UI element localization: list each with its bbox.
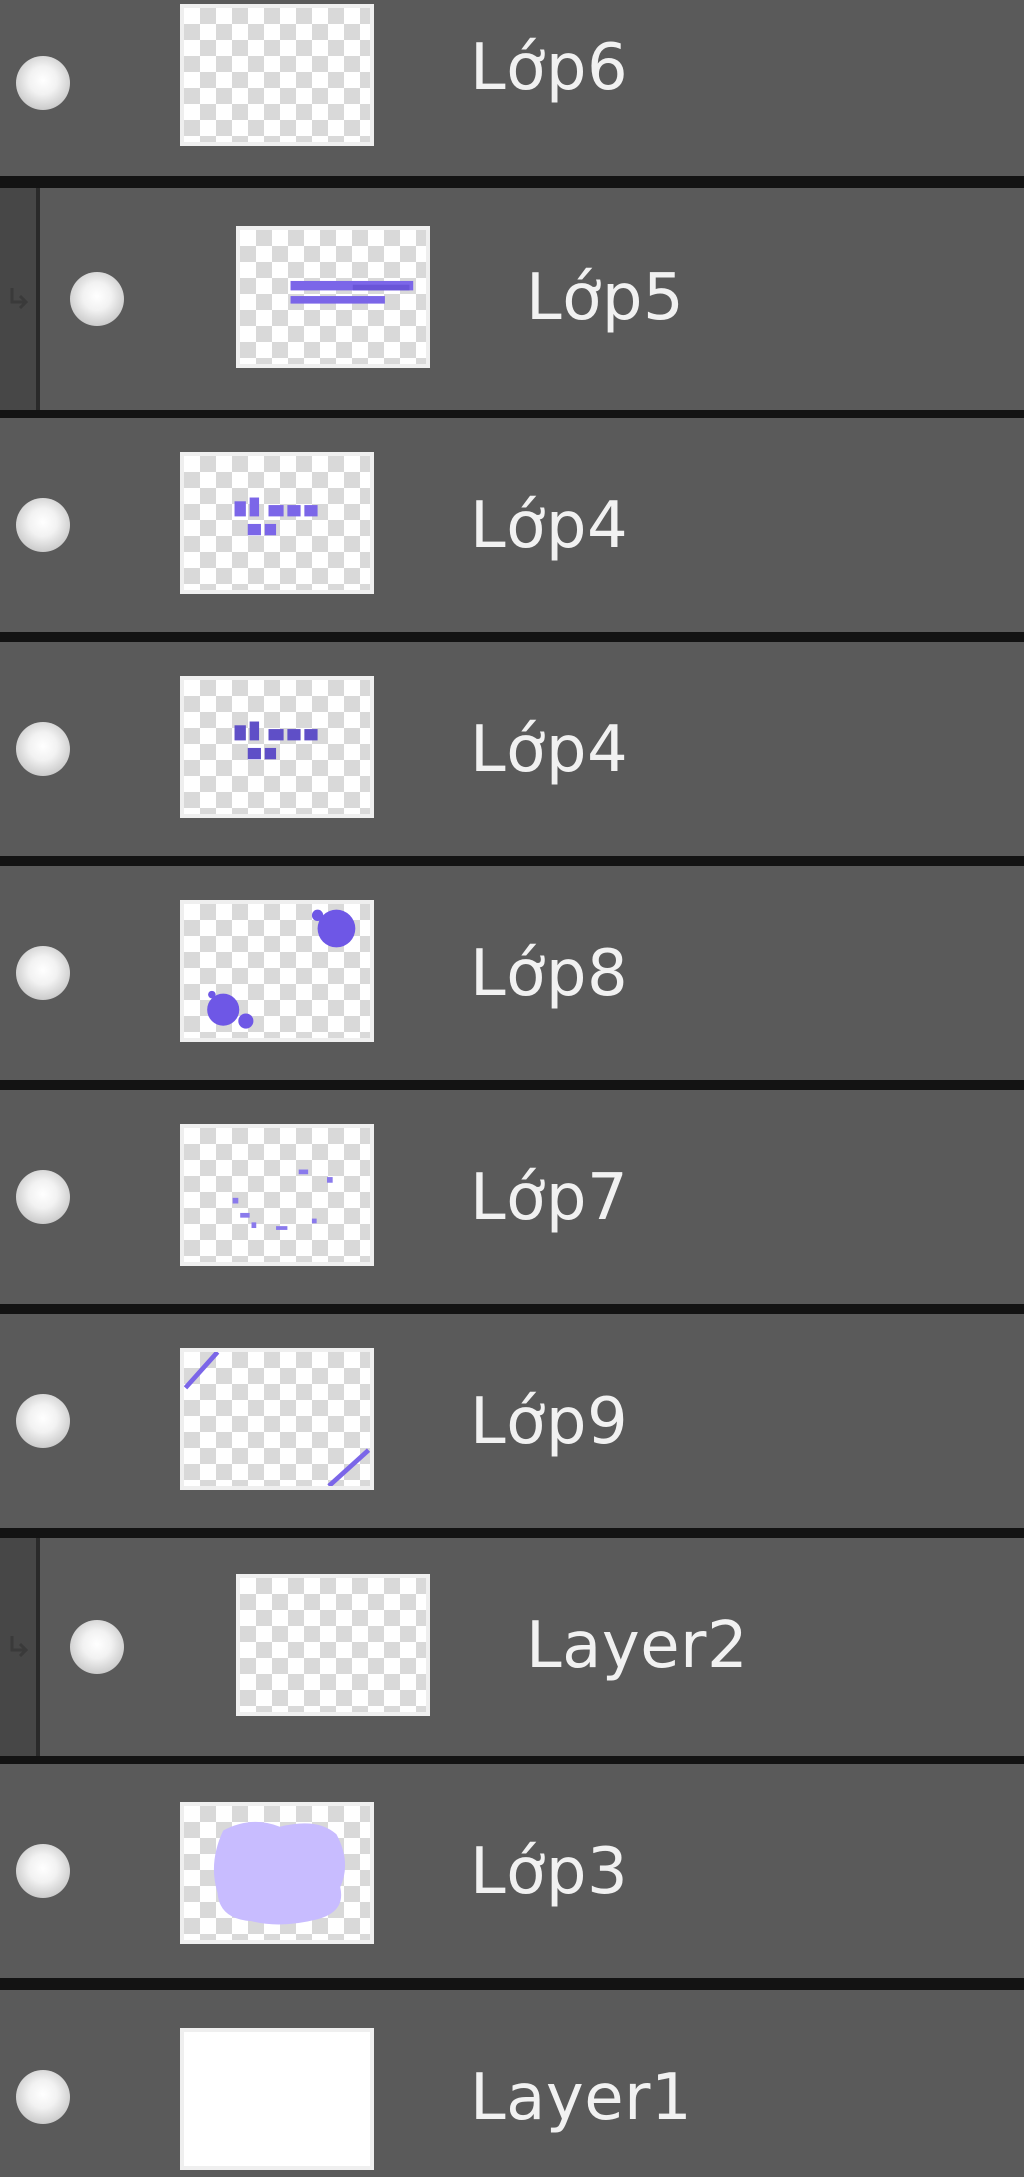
layer-row[interactable]: Lớp4 [0, 642, 1024, 856]
layer-name: Lớp4 [470, 713, 629, 787]
purple-specks-thumbnail-icon [232, 1169, 333, 1230]
layer-row[interactable]: Lớp9 [0, 1314, 1024, 1528]
layer-name: Lớp7 [470, 1161, 629, 1235]
layer-row[interactable]: Lớp8 [0, 866, 1024, 1080]
layer-thumbnail [180, 676, 374, 818]
layer-thumbnail [180, 1802, 374, 1944]
clipping-indicator [0, 1538, 40, 1756]
purple-corner-lines-thumbnail-icon [184, 1352, 370, 1486]
layer-row[interactable]: Lớp3 [0, 1764, 1024, 1978]
layer-row[interactable]: Lớp7 [0, 1090, 1024, 1304]
visibility-toggle-icon[interactable] [16, 1844, 70, 1898]
layer-name: Lớp6 [470, 31, 629, 105]
visibility-toggle-icon[interactable] [70, 1620, 124, 1674]
layer-name: Lớp3 [470, 1835, 629, 1909]
layer-thumbnail [180, 1348, 374, 1490]
layer-row[interactable]: Layer1 [0, 1990, 1024, 2177]
layer-thumbnail [180, 1124, 374, 1266]
layer-row[interactable]: Lớp4 [0, 418, 1024, 632]
clipping-indicator [0, 188, 40, 410]
layer-thumbnail [180, 900, 374, 1042]
layer-name: Lớp8 [470, 937, 629, 1011]
clipping-arrow-icon [10, 1636, 29, 1658]
visibility-toggle-icon[interactable] [16, 2070, 70, 2124]
purple-stroke-thumbnail-icon [290, 280, 414, 304]
layer-name: Lớp5 [526, 261, 685, 335]
layer-name: Lớp9 [470, 1385, 629, 1459]
layer-name: Lớp4 [470, 489, 629, 563]
layer-thumbnail [236, 226, 430, 368]
layer-thumbnail [180, 2028, 374, 2170]
clipping-arrow-icon [10, 288, 29, 310]
visibility-toggle-icon[interactable] [16, 56, 70, 110]
visibility-toggle-icon[interactable] [16, 498, 70, 552]
visibility-toggle-icon[interactable] [16, 1394, 70, 1448]
lavender-fill-thumbnail-icon [213, 1821, 346, 1925]
purple-text-thumbnail-icon [234, 497, 318, 536]
purple-text-thumbnail-icon [234, 721, 318, 760]
layer-thumbnail [180, 452, 374, 594]
layer-row[interactable]: Lớp5 [0, 188, 1024, 410]
visibility-toggle-icon[interactable] [16, 946, 70, 1000]
layer-row[interactable]: Lớp6 [0, 0, 1024, 176]
layer-thumbnail [236, 1574, 430, 1716]
layer-thumbnail [180, 4, 374, 146]
layers-panel: Lớp6 Lớp5 Lớp4 Lớp4 Lớp8 Lớp7 Lớp9 Layer… [0, 0, 1024, 2177]
layer-name: Layer2 [526, 1609, 749, 1683]
purple-dots-thumbnail-icon [207, 909, 356, 1029]
visibility-toggle-icon[interactable] [16, 722, 70, 776]
layer-name: Layer1 [470, 2061, 693, 2135]
visibility-toggle-icon[interactable] [70, 272, 124, 326]
layer-row[interactable]: Layer2 [0, 1538, 1024, 1756]
visibility-toggle-icon[interactable] [16, 1170, 70, 1224]
